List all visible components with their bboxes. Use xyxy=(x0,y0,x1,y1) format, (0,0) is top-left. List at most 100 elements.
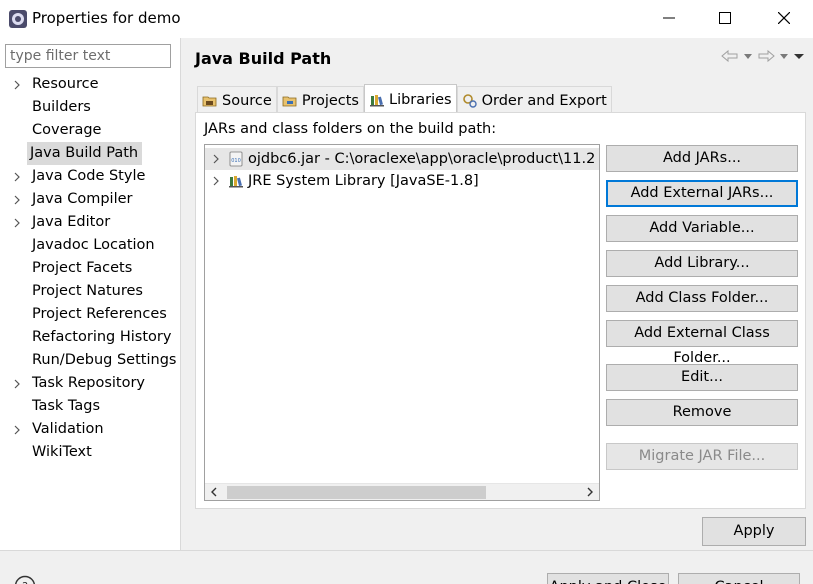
library-tree[interactable]: 010 ojdbc6.jar - C:\oraclexe\app\oracle\… xyxy=(204,144,600,501)
project-folder-icon xyxy=(282,96,297,106)
nav-item-coverage[interactable]: Coverage xyxy=(0,119,181,142)
close-button[interactable] xyxy=(755,0,813,36)
nav-item-run-debug-settings[interactable]: Run/Debug Settings xyxy=(0,349,181,372)
tab-order-and-export[interactable]: Order and Export xyxy=(456,86,612,114)
scrollbar-thumb[interactable] xyxy=(227,486,486,499)
dialog-footer: ? Apply and Close Cancel xyxy=(0,550,813,584)
tab-label: Order and Export xyxy=(481,92,607,109)
page-title: Java Build Path xyxy=(195,49,332,68)
property-page: Java Build Path Source Projects Librarie… xyxy=(182,38,813,550)
migrate-jar-button[interactable]: Migrate JAR File... xyxy=(606,443,798,470)
nav-item-project-facets[interactable]: Project Facets xyxy=(0,257,181,280)
order-export-icon xyxy=(462,93,477,108)
nav-item-label: WikiText xyxy=(32,444,92,460)
forward-arrow-icon[interactable] xyxy=(757,49,775,63)
scroll-right-icon[interactable] xyxy=(585,487,595,497)
remove-button[interactable]: Remove xyxy=(606,399,798,426)
nav-item-label: Refactoring History xyxy=(32,329,172,345)
nav-item-java-build-path[interactable]: Java Build Path xyxy=(0,142,181,165)
edit-button[interactable]: Edit... xyxy=(606,364,798,391)
nav-item-task-tags[interactable]: Task Tags xyxy=(0,395,181,418)
tab-libraries[interactable]: Libraries xyxy=(363,84,457,114)
jar-icon: 010 xyxy=(229,151,243,167)
tree-expander[interactable] xyxy=(205,176,227,186)
cancel-button[interactable]: Cancel xyxy=(678,573,800,584)
back-arrow-icon[interactable] xyxy=(721,49,739,63)
minimize-button[interactable] xyxy=(640,0,698,36)
chevron-right-icon xyxy=(213,176,219,186)
chevron-right-icon[interactable] xyxy=(12,424,22,436)
view-menu-icon[interactable] xyxy=(793,51,805,61)
chevron-right-icon[interactable] xyxy=(12,217,22,229)
nav-item-label: Validation xyxy=(32,421,104,437)
tab-label: Source xyxy=(222,92,272,109)
nav-item-javadoc-location[interactable]: Javadoc Location xyxy=(0,234,181,257)
nav-item-project-references[interactable]: Project References xyxy=(0,303,181,326)
minimize-icon xyxy=(663,17,675,19)
nav-item-label: Resource xyxy=(32,76,99,92)
tab-bar: Source Projects Libraries Order and Expo… xyxy=(197,84,612,114)
apply-button[interactable]: Apply xyxy=(702,517,806,546)
nav-item-task-repository[interactable]: Task Repository xyxy=(0,372,181,395)
back-dropdown-icon[interactable] xyxy=(743,51,753,61)
svg-text:010: 010 xyxy=(231,158,241,164)
help-icon[interactable]: ? xyxy=(14,575,36,584)
nav-item-wikitext[interactable]: WikiText xyxy=(0,441,181,464)
nav-item-java-editor[interactable]: Java Editor xyxy=(0,211,181,234)
eclipse-gear-icon xyxy=(9,10,27,28)
chevron-right-icon[interactable] xyxy=(12,194,22,206)
nav-item-java-compiler[interactable]: Java Compiler xyxy=(0,188,181,211)
tree-item-label: JRE System Library [JavaSE-1.8] xyxy=(248,173,479,189)
tree-item-jre-system-library[interactable]: JRE System Library [JavaSE-1.8] xyxy=(205,170,599,192)
tree-item-label: ojdbc6.jar - C:\oraclexe\app\oracle\prod… xyxy=(248,151,596,167)
tab-source[interactable]: Source xyxy=(197,86,277,114)
history-navigation xyxy=(721,49,805,63)
svg-text:?: ? xyxy=(22,580,28,584)
category-panel: Resource Builders Coverage Java Build Pa… xyxy=(0,38,181,550)
chevron-right-icon[interactable] xyxy=(12,378,22,390)
libraries-icon xyxy=(369,94,384,106)
tab-label: Projects xyxy=(301,92,359,109)
tree-expander[interactable] xyxy=(205,154,227,164)
source-folder-icon xyxy=(202,96,217,106)
add-external-class-folder-button[interactable]: Add External Class Folder... xyxy=(606,320,798,366)
nav-item-label: Project References xyxy=(32,306,167,322)
nav-item-resource[interactable]: Resource xyxy=(0,73,181,96)
add-class-folder-button[interactable]: Add Class Folder... xyxy=(606,285,798,312)
nav-item-label: Javadoc Location xyxy=(32,237,155,253)
nav-item-label: Task Tags xyxy=(32,398,101,414)
add-external-jars-button[interactable]: Add External JARs... xyxy=(606,180,798,207)
libraries-tab-content: JARs and class folders on the build path… xyxy=(195,112,806,509)
horizontal-scrollbar[interactable] xyxy=(205,483,599,500)
window-title: Properties for demo xyxy=(32,9,181,27)
filter-input[interactable] xyxy=(5,44,171,68)
nav-item-builders[interactable]: Builders xyxy=(0,96,181,119)
nav-item-label: Java Compiler xyxy=(32,191,133,207)
build-path-description: JARs and class folders on the build path… xyxy=(204,121,497,137)
tree-item-ojdbc6-jar[interactable]: 010 ojdbc6.jar - C:\oraclexe\app\oracle\… xyxy=(205,148,599,170)
nav-item-label: Project Facets xyxy=(32,260,133,276)
maximize-icon xyxy=(719,12,731,24)
category-tree: Resource Builders Coverage Java Build Pa… xyxy=(0,73,181,464)
apply-and-close-button[interactable]: Apply and Close xyxy=(547,573,669,584)
chevron-right-icon[interactable] xyxy=(12,79,22,91)
maximize-button[interactable] xyxy=(696,0,754,36)
scroll-left-icon[interactable] xyxy=(209,487,219,497)
close-icon xyxy=(778,12,790,24)
nav-item-label: Builders xyxy=(32,99,91,115)
tab-label: Libraries xyxy=(388,91,452,108)
nav-item-label: Java Code Style xyxy=(32,168,146,184)
nav-item-refactoring-history[interactable]: Refactoring History xyxy=(0,326,181,349)
add-jars-button[interactable]: Add JARs... xyxy=(606,145,798,172)
nav-item-project-natures[interactable]: Project Natures xyxy=(0,280,181,303)
chevron-right-icon[interactable] xyxy=(12,171,22,183)
add-variable-button[interactable]: Add Variable... xyxy=(606,215,798,242)
nav-item-validation[interactable]: Validation xyxy=(0,418,181,441)
tab-projects[interactable]: Projects xyxy=(276,86,364,114)
library-icon xyxy=(229,176,243,188)
nav-item-label: Java Build Path xyxy=(27,142,143,165)
forward-dropdown-icon[interactable] xyxy=(779,51,789,61)
chevron-right-icon xyxy=(213,154,219,164)
nav-item-java-code-style[interactable]: Java Code Style xyxy=(0,165,181,188)
add-library-button[interactable]: Add Library... xyxy=(606,250,798,277)
